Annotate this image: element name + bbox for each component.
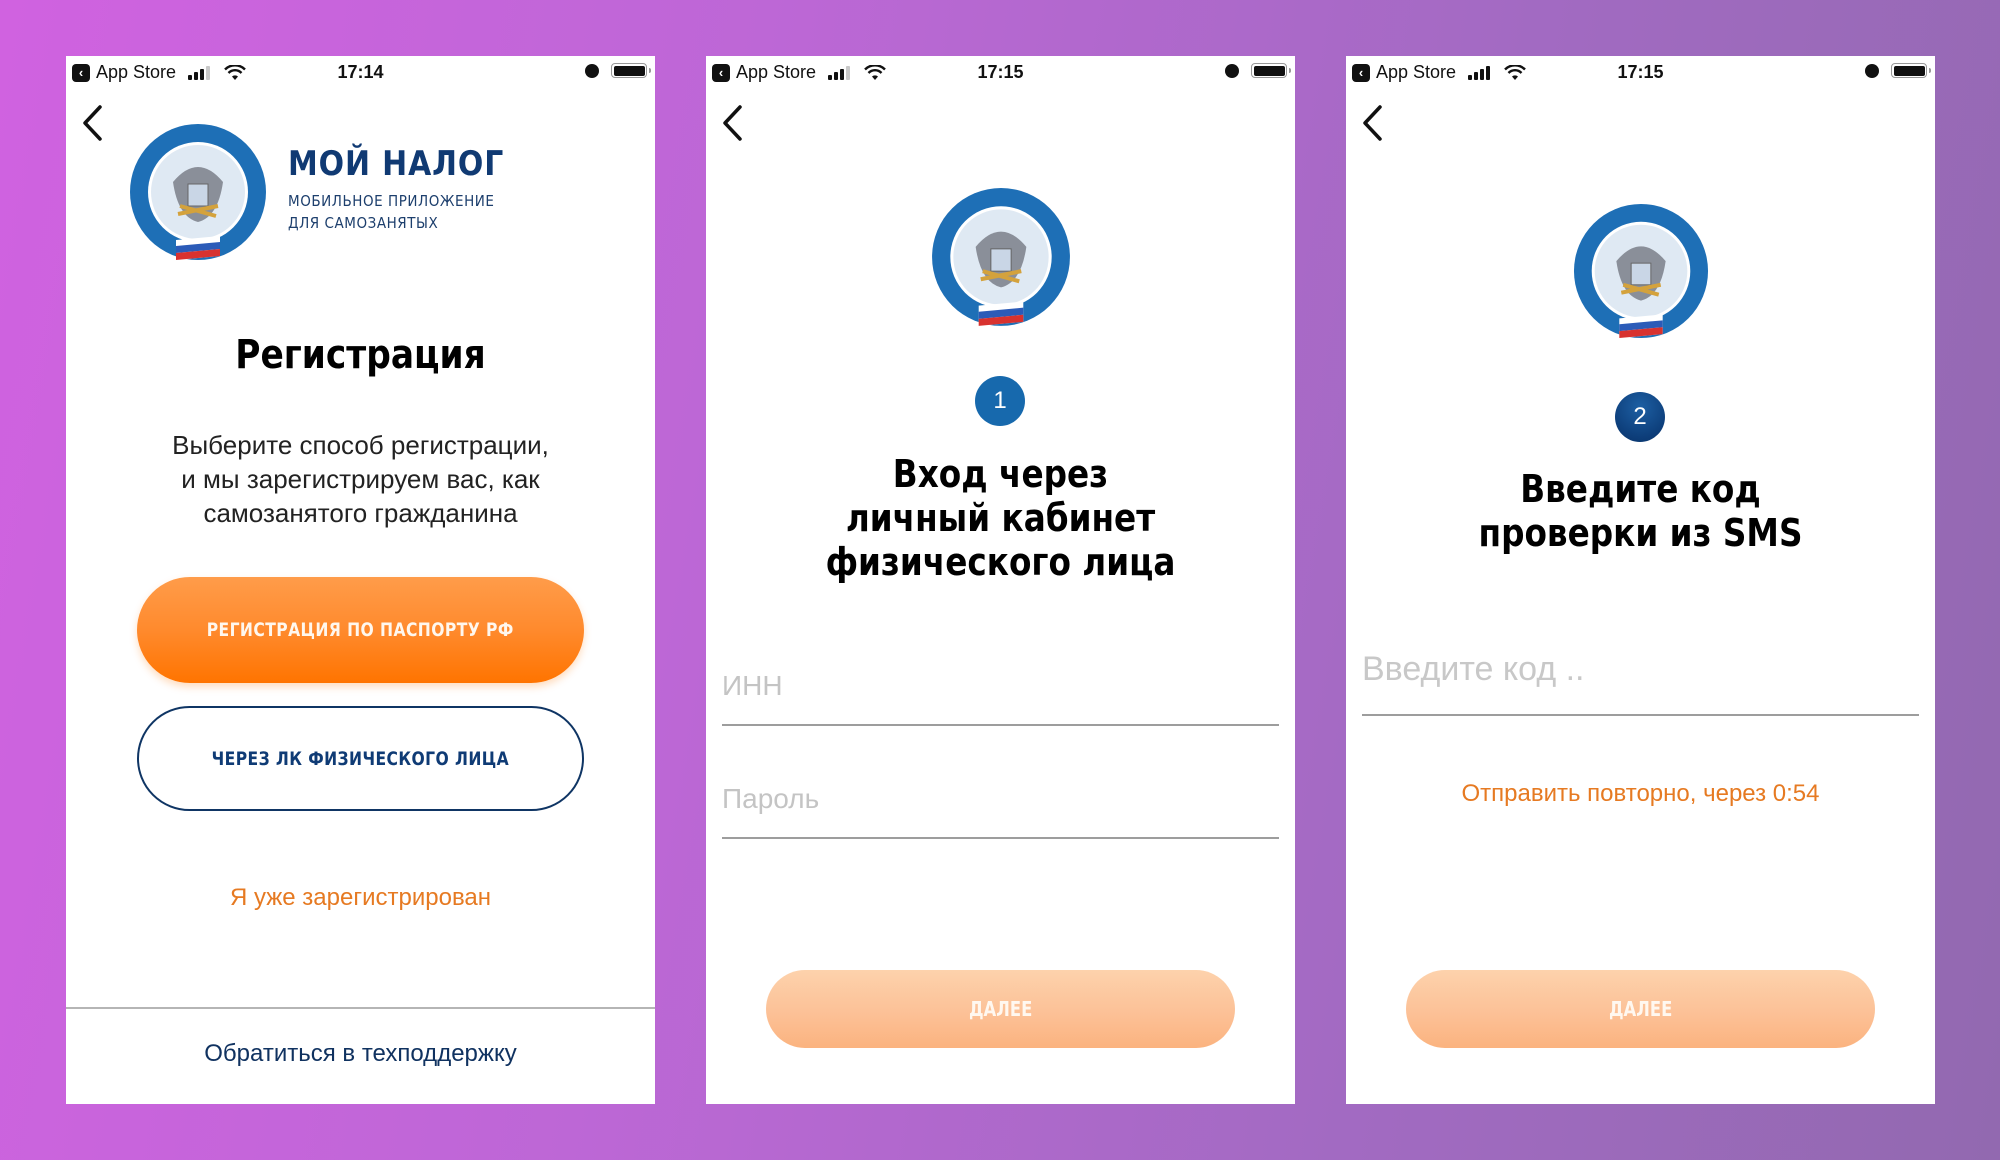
next-button-label: ДАЛЕЕ [1608, 997, 1673, 1021]
page-title: Регистрация [235, 332, 486, 378]
password-input[interactable]: Пароль [722, 783, 1279, 843]
next-button[interactable]: ДАЛЕЕ [1406, 970, 1875, 1048]
clock: 17:15 [1617, 62, 1664, 82]
step-indicator: 2 [1615, 392, 1665, 442]
back-chevron-icon[interactable] [1360, 104, 1384, 142]
alarm-icon [585, 63, 599, 78]
inn-input[interactable]: ИНН [722, 670, 1279, 730]
fns-emblem-logo [1572, 202, 1710, 344]
heading-line-2: личный кабинет [845, 496, 1156, 540]
password-placeholder: Пароль [722, 783, 820, 814]
personal-account-login-screen: ‹ App Store 17:15 1 Вход через личный ка… [706, 56, 1295, 1104]
sms-code-input[interactable]: Введите код .. [1362, 650, 1919, 720]
sms-code-placeholder: Введите код .. [1362, 650, 1585, 688]
already-registered-link[interactable]: Я уже зарегистрирован [66, 884, 655, 912]
step-indicator: 1 [975, 376, 1025, 426]
description-line-3: самозанятого гражданина [203, 498, 518, 528]
inn-placeholder: ИНН [722, 670, 783, 701]
inn-underline [722, 724, 1279, 726]
app-subtitle-line2: ДЛЯ САМОЗАНЯТЫХ [288, 214, 439, 232]
resend-code-timer: Отправить повторно, через 0:54 [1461, 780, 1820, 807]
description-line-1: Выберите способ регистрации, [172, 430, 549, 460]
app-name: МОЙ НАЛОГ [288, 144, 505, 184]
contact-support-link[interactable]: Обратиться в техподдержку [66, 1040, 655, 1068]
register-via-personal-account-label: ЧЕРЕЗ ЛК ФИЗИЧЕСКОГО ЛИЦА [211, 747, 510, 770]
next-button[interactable]: ДАЛЕЕ [766, 970, 1235, 1048]
battery-icon [611, 63, 651, 78]
password-underline [722, 837, 1279, 839]
heading-line-2: проверки из SMS [1478, 511, 1803, 555]
status-bar: ‹ App Store 17:14 [66, 56, 655, 90]
register-by-passport-label: РЕГИСТРАЦИЯ ПО ПАСПОРТУ РФ [206, 619, 515, 641]
registration-screen: ‹ App Store 17:14 МОЙ НАЛОГ МОБИЛЬНОЕ ПР… [66, 56, 655, 1104]
description-line-2: и мы зарегистрируем вас, как [181, 464, 540, 494]
sms-code-screen: ‹ App Store 17:15 2 Введите код проверки… [1346, 56, 1935, 1104]
register-via-personal-account-button[interactable]: ЧЕРЕЗ ЛК ФИЗИЧЕСКОГО ЛИЦА [137, 706, 584, 811]
alarm-icon [1865, 63, 1879, 78]
alarm-icon [1225, 63, 1239, 78]
heading-line-1: Вход через [892, 452, 1109, 496]
battery-icon [1891, 63, 1931, 78]
back-chevron-icon[interactable] [80, 104, 104, 142]
status-bar: ‹ App Store 17:15 [706, 56, 1295, 90]
back-chevron-icon[interactable] [720, 104, 744, 142]
status-bar: ‹ App Store 17:15 [1346, 56, 1935, 90]
clock: 17:15 [977, 62, 1024, 82]
heading-line-1: Введите код [1520, 467, 1761, 511]
battery-icon [1251, 63, 1291, 78]
clock: 17:14 [337, 62, 384, 82]
fns-emblem-logo [128, 122, 268, 266]
app-subtitle-line1: МОБИЛЬНОЕ ПРИЛОЖЕНИЕ [288, 192, 495, 210]
heading-line-3: физического лица [825, 540, 1176, 584]
sms-code-underline [1362, 714, 1919, 716]
register-by-passport-button[interactable]: РЕГИСТРАЦИЯ ПО ПАСПОРТУ РФ [137, 577, 584, 683]
next-button-label: ДАЛЕЕ [968, 997, 1033, 1021]
footer-divider [66, 1007, 655, 1009]
fns-emblem-logo [930, 186, 1072, 332]
